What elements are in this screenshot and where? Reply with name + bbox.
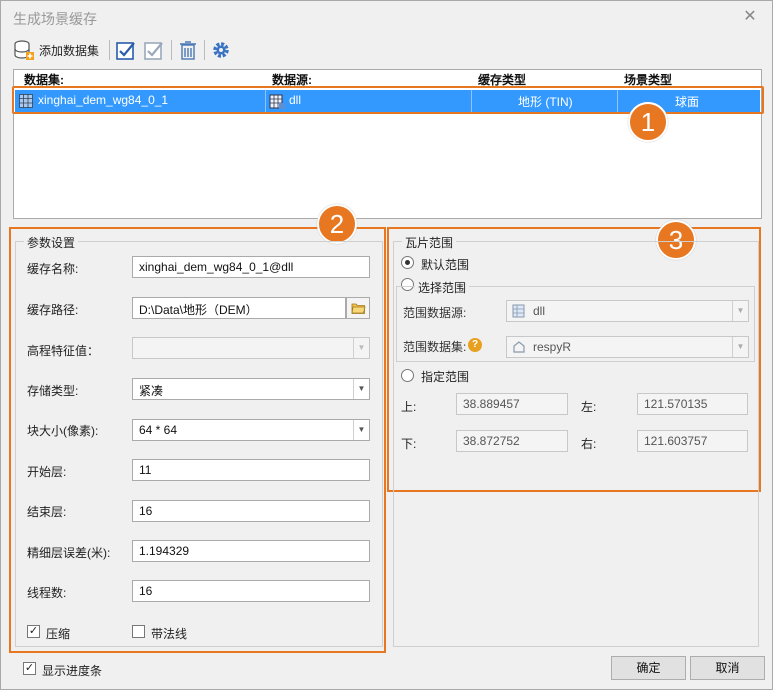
cancel-button[interactable]: 取消 <box>690 656 765 680</box>
toolbar-separator <box>109 40 110 60</box>
select-range-label: 选择范围 <box>415 279 470 296</box>
left-label: 左: <box>581 400 597 414</box>
add-database-icon <box>14 40 34 60</box>
gear-icon <box>213 42 229 58</box>
ok-button[interactable]: 确定 <box>611 656 686 680</box>
trash-icon <box>180 41 196 60</box>
thread-count-label: 线程数: <box>27 586 67 600</box>
window-title: 生成场景缓存 <box>13 11 97 27</box>
storage-type-label: 存储类型: <box>27 384 79 398</box>
range-dataset-select[interactable]: respyR ▼ <box>506 336 749 358</box>
range-dataset-value: respyR <box>533 340 572 354</box>
chevron-down-icon: ▼ <box>732 337 748 357</box>
default-range-radio[interactable] <box>401 256 414 269</box>
compress-checkbox[interactable]: ✓ <box>27 625 40 638</box>
help-icon[interactable]: ? <box>468 338 482 352</box>
folder-icon <box>351 303 366 314</box>
custom-range-radio[interactable] <box>401 369 414 382</box>
custom-range-label: 指定范围 <box>421 370 470 384</box>
storage-type-value: 紧凑 <box>139 384 164 398</box>
cache-path-input[interactable]: D:\Data\地形（DEM） <box>132 297 346 319</box>
show-progress-label: 显示进度条 <box>42 664 103 678</box>
right-label: 右: <box>581 437 597 451</box>
range-dataset-label: 范围数据集: <box>403 340 467 354</box>
block-size-value: 64 * 64 <box>139 423 178 437</box>
check-all-icon <box>116 42 135 60</box>
cache-path-label: 缓存路径: <box>27 303 79 317</box>
toolbar-separator <box>171 40 172 60</box>
settings-button[interactable] <box>210 37 232 63</box>
callout-badge-1: 1 <box>628 102 668 142</box>
tile-range-legend: 瓦片范围 <box>402 234 457 251</box>
callout-badge-2: 2 <box>317 204 357 244</box>
cache-name-input[interactable]: xinghai_dem_wg84_0_1@dll <box>132 256 370 278</box>
add-dataset-label: 添加数据集 <box>39 43 100 58</box>
chevron-down-icon: ▼ <box>353 338 369 358</box>
compress-label: 压缩 <box>46 627 71 641</box>
default-range-label: 默认范围 <box>421 258 470 272</box>
end-level-input[interactable]: 16 <box>132 500 370 522</box>
fine-error-input[interactable]: 1.194329 <box>132 540 370 562</box>
toolbar-separator <box>204 40 205 60</box>
toolbar: 添加数据集 <box>11 37 761 63</box>
show-progress-checkbox[interactable]: ✓ <box>23 662 36 675</box>
check-invert-icon <box>144 42 163 60</box>
start-level-input[interactable]: 11 <box>132 459 370 481</box>
delete-button[interactable] <box>177 37 199 63</box>
dialog-window: 生成场景缓存 ✕ 添加数据集 数据集: 数据源: 缓存类型 场景类型 xingh… <box>0 0 773 690</box>
fine-error-label: 精细层误差(米): <box>27 546 111 560</box>
cache-name-label: 缓存名称: <box>27 262 79 276</box>
normals-label: 带法线 <box>151 627 188 641</box>
top-input[interactable]: 38.889457 <box>456 393 568 415</box>
chevron-down-icon: ▼ <box>353 379 369 399</box>
chevron-down-icon: ▼ <box>353 420 369 440</box>
right-input[interactable]: 121.603757 <box>637 430 748 452</box>
normals-checkbox[interactable] <box>132 625 145 638</box>
storage-type-select[interactable]: 紧凑 ▼ <box>132 378 370 400</box>
thread-count-input[interactable]: 16 <box>132 580 370 602</box>
invert-select-button[interactable] <box>143 37 165 63</box>
add-dataset-button[interactable]: 添加数据集 <box>13 37 99 63</box>
range-source-label: 范围数据源: <box>403 306 467 320</box>
range-source-select[interactable]: dll ▼ <box>506 300 749 322</box>
title-bar: 生成场景缓存 ✕ <box>1 1 772 33</box>
range-source-value: dll <box>533 304 546 318</box>
start-level-label: 开始层: <box>27 465 67 479</box>
elevation-select[interactable]: ▼ <box>132 337 370 359</box>
params-legend: 参数设置 <box>24 234 79 251</box>
browse-folder-button[interactable] <box>346 297 370 319</box>
chevron-down-icon: ▼ <box>732 301 748 321</box>
end-level-label: 结束层: <box>27 505 67 519</box>
block-size-select[interactable]: 64 * 64 ▼ <box>132 419 370 441</box>
elevation-label: 高程特征值： <box>27 344 100 358</box>
close-icon[interactable]: ✕ <box>740 7 760 27</box>
block-size-label: 块大小(像素): <box>27 424 99 438</box>
left-input[interactable]: 121.570135 <box>637 393 748 415</box>
bottom-label: 下: <box>401 437 417 451</box>
datasource-icon <box>512 304 525 318</box>
region-dataset-icon <box>513 341 525 353</box>
top-label: 上: <box>401 400 417 414</box>
bottom-input[interactable]: 38.872752 <box>456 430 568 452</box>
select-all-button[interactable] <box>115 37 137 63</box>
